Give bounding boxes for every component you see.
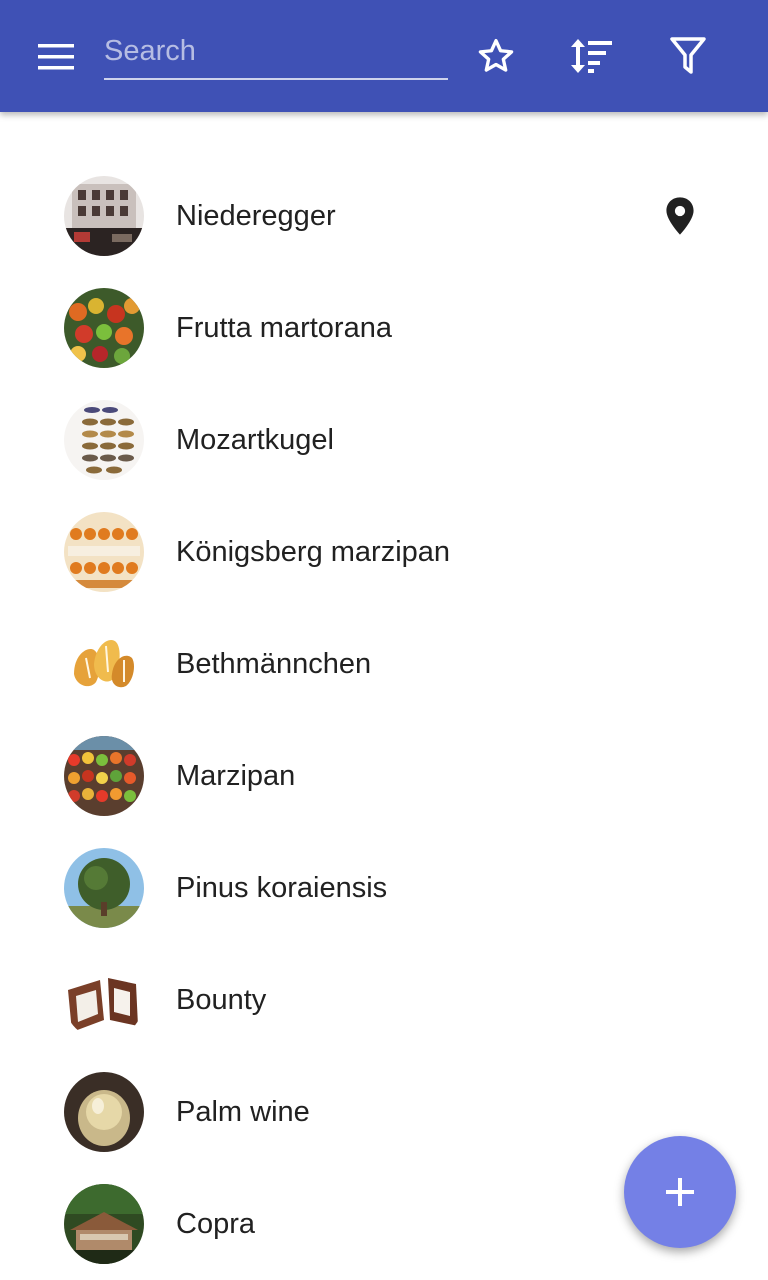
item-label: Copra	[176, 1208, 255, 1240]
search-input[interactable]	[104, 24, 448, 80]
menu-icon	[38, 44, 74, 70]
item-label: Pinus koraiensis	[176, 872, 388, 904]
item-label: Mozartkugel	[176, 424, 334, 456]
filter-button[interactable]	[660, 28, 716, 84]
plus-icon	[666, 1178, 694, 1206]
list-item-bounty[interactable]: Bounty	[0, 944, 768, 1056]
add-button[interactable]	[624, 1136, 736, 1248]
item-label: Königsberg marzipan	[176, 536, 451, 568]
favorites-button[interactable]	[468, 28, 524, 84]
thumbnail-image	[64, 848, 144, 928]
app-bar	[0, 0, 768, 112]
star-outline-icon	[478, 39, 514, 72]
list-item-pinus-koraiensis[interactable]: Pinus koraiensis	[0, 832, 768, 944]
thumbnail-image	[64, 512, 144, 592]
list-item-konigsberg-marzipan[interactable]: Königsberg marzipan	[0, 496, 768, 608]
item-label: Palm wine	[176, 1096, 310, 1128]
thumbnail-image	[64, 288, 144, 368]
list-item-mozartkugel[interactable]: Mozartkugel	[0, 384, 768, 496]
item-label: Bethmännchen	[176, 648, 372, 680]
item-list: Niederegger Frutta martorana Mozartkugel…	[0, 160, 768, 1280]
sort-icon	[571, 39, 612, 73]
item-label: Niederegger	[176, 200, 336, 232]
thumbnail-image	[64, 736, 144, 816]
search-field	[104, 24, 448, 82]
thumbnail-image	[64, 960, 144, 1040]
list-item-niederegger[interactable]: Niederegger	[0, 160, 768, 272]
thumbnail-image	[64, 624, 144, 704]
item-label: Marzipan	[176, 760, 296, 792]
list-item-frutta-martorana[interactable]: Frutta martorana	[0, 272, 768, 384]
location-pin-icon[interactable]	[662, 196, 698, 236]
thumbnail-image	[64, 1072, 144, 1152]
sort-button[interactable]	[563, 28, 619, 84]
menu-button[interactable]	[24, 28, 88, 84]
filter-icon	[670, 37, 706, 74]
list-item-marzipan[interactable]: Marzipan	[0, 720, 768, 832]
thumbnail-image	[64, 1184, 144, 1264]
item-label: Bounty	[176, 984, 267, 1016]
thumbnail-image	[64, 176, 144, 256]
list-item-bethmannchen[interactable]: Bethmännchen	[0, 608, 768, 720]
item-label: Frutta martorana	[176, 312, 392, 344]
thumbnail-image	[64, 400, 144, 480]
